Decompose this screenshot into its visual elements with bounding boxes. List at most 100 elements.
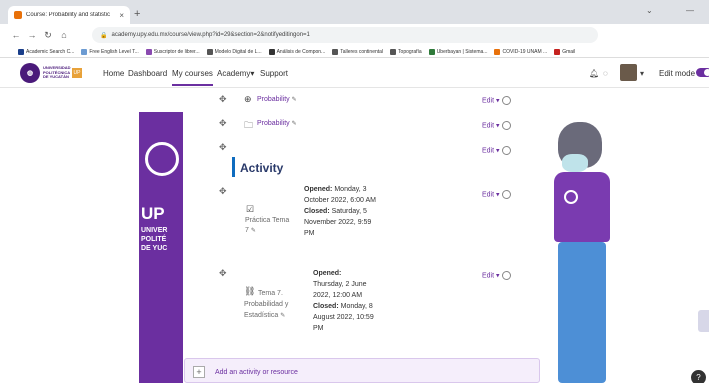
pencil-icon[interactable]: ✎ bbox=[280, 313, 285, 319]
browser-tab[interactable]: Course: Probability and statistic × bbox=[8, 6, 130, 24]
completion-checkbox[interactable] bbox=[501, 121, 511, 130]
activity-link-probability-url[interactable]: Probability ✎ bbox=[257, 96, 297, 103]
forward-arrow-icon[interactable]: → bbox=[24, 30, 40, 40]
back-arrow-icon[interactable]: ← bbox=[8, 30, 24, 40]
pencil-icon[interactable]: ✎ bbox=[251, 228, 256, 234]
new-tab-button[interactable]: + bbox=[134, 8, 140, 20]
home-icon[interactable]: ⌂ bbox=[56, 30, 72, 40]
globe-icon: ⊕ bbox=[244, 94, 252, 104]
pencil-icon[interactable]: ✎ bbox=[292, 121, 297, 127]
edit-menu[interactable]: Edit ▾ bbox=[482, 271, 511, 280]
university-logo[interactable]: ◍ UNIVERSIDAD POLITÉCNICA DE YUCATÁN UP bbox=[20, 63, 84, 83]
completion-checkbox[interactable] bbox=[501, 190, 511, 199]
bell-icon[interactable]: 🔔︎ bbox=[589, 69, 599, 78]
chevron-down-icon: ▾ bbox=[496, 147, 500, 155]
bookmark-favicon-icon bbox=[268, 48, 275, 55]
url-input[interactable]: 🔒 academy.upy.edu.mx/course/view.php?id=… bbox=[92, 27, 598, 43]
bookmark-favicon-icon bbox=[332, 48, 339, 55]
mascot-image bbox=[554, 112, 614, 383]
nav-academy[interactable]: Academy▾ bbox=[217, 69, 254, 78]
bookmark-item[interactable]: Gmail bbox=[554, 48, 576, 55]
tab-close-icon[interactable]: × bbox=[119, 11, 124, 20]
course-banner-image: UP UNIVER POLITÉ DE YUC bbox=[139, 112, 183, 383]
mascot-jeans bbox=[558, 242, 606, 383]
activity-name: Probability bbox=[257, 96, 290, 103]
edit-label: Edit bbox=[482, 122, 495, 130]
completion-checkbox[interactable] bbox=[501, 96, 511, 105]
side-drawer-tab[interactable] bbox=[698, 310, 709, 332]
section-title: Activity bbox=[240, 161, 284, 175]
bookmark-favicon-icon bbox=[206, 48, 213, 55]
plus-icon: + bbox=[193, 366, 205, 378]
nav-dashboard[interactable]: Dashboard bbox=[128, 69, 167, 78]
chevron-down-icon: ▾ bbox=[496, 97, 500, 105]
completion-checkbox[interactable] bbox=[501, 271, 511, 280]
bookmark-item[interactable]: Uberbayan | Sistema... bbox=[428, 48, 488, 55]
edit-menu[interactable]: Edit ▾ bbox=[482, 190, 511, 199]
bookmark-favicon-icon bbox=[18, 48, 24, 55]
bookmark-favicon-icon bbox=[145, 48, 152, 55]
edit-menu[interactable]: Edit ▾ bbox=[482, 121, 511, 130]
globe-icon bbox=[145, 142, 179, 176]
bookmark-label: Gmail bbox=[562, 48, 576, 55]
banner-line: POLITÉ bbox=[141, 236, 167, 243]
section-edit-menu[interactable]: Edit ▾ bbox=[482, 146, 511, 155]
browser-tab-strip: Course: Probability and statistic × + ⌄ … bbox=[0, 0, 709, 24]
activity-link-tema-7-quiz[interactable]: Tema 7. Probabilidad y Estadística ✎ bbox=[244, 288, 302, 322]
add-activity-label: Add an activity or resource bbox=[215, 369, 298, 376]
banner-up-text: UP bbox=[141, 204, 165, 223]
bookmark-item[interactable]: COVID-19 UNAM ... bbox=[494, 48, 548, 55]
edit-label: Edit bbox=[482, 272, 495, 280]
message-icon[interactable]: ◌ bbox=[603, 69, 608, 78]
url-text: academy.upy.edu.mx/course/view.php?id=29… bbox=[111, 32, 310, 38]
nav-support[interactable]: Support bbox=[260, 69, 288, 78]
bookmark-item[interactable]: Free English Level T... bbox=[81, 48, 139, 55]
logo-badge: UP bbox=[72, 68, 82, 78]
move-icon[interactable]: ✥ bbox=[219, 94, 227, 105]
chevron-down-icon: ▾ bbox=[496, 122, 500, 130]
edit-label: Edit bbox=[482, 97, 495, 105]
edit-mode-toggle[interactable] bbox=[696, 68, 709, 77]
pencil-icon[interactable]: ✎ bbox=[292, 97, 297, 103]
move-icon[interactable]: ✥ bbox=[219, 186, 227, 197]
edit-label: Edit bbox=[482, 147, 495, 155]
activity-name: Probability bbox=[257, 120, 290, 127]
avatar[interactable] bbox=[620, 64, 637, 81]
address-bar-row: ← → ↻ ⌂ 🔒 academy.upy.edu.mx/course/view… bbox=[0, 24, 709, 61]
bookmark-label: Uberbayan | Sistema... bbox=[436, 48, 488, 55]
bookmark-item[interactable]: Talleres continental bbox=[332, 48, 383, 55]
nav-home[interactable]: Home bbox=[103, 69, 124, 78]
add-activity-button[interactable]: + Add an activity or resource bbox=[184, 358, 540, 383]
chevron-down-icon[interactable]: ⌄ bbox=[646, 6, 653, 15]
tab-title: Course: Probability and statistic bbox=[26, 12, 111, 18]
moodle-favicon-icon bbox=[14, 11, 22, 19]
banner-sub-text: UNIVER POLITÉ DE YUC bbox=[141, 226, 167, 253]
lock-icon: 🔒 bbox=[100, 32, 108, 39]
move-icon[interactable]: ✥ bbox=[219, 268, 227, 279]
move-icon[interactable]: ✥ bbox=[219, 142, 227, 153]
section-accent-bar bbox=[232, 157, 235, 177]
activity-link-practica-tema-7[interactable]: Práctica Tema 7 ✎ bbox=[245, 216, 295, 236]
chevron-down-icon: ▾ bbox=[496, 272, 500, 280]
bookmark-item[interactable]: Modelo Digital de L... bbox=[206, 48, 262, 55]
bookmark-label: Modelo Digital de L... bbox=[214, 48, 262, 55]
bookmark-label: Análisis de Compon... bbox=[276, 48, 326, 55]
bookmark-label: Academic Search C... bbox=[26, 48, 75, 55]
chevron-down-icon[interactable]: ▾ bbox=[640, 69, 644, 78]
help-button[interactable]: ? bbox=[691, 370, 706, 383]
bookmark-favicon-icon bbox=[428, 48, 435, 55]
nav-my-courses[interactable]: My courses bbox=[172, 69, 213, 86]
completion-checkbox[interactable] bbox=[501, 146, 511, 155]
shirt-emblem-icon bbox=[564, 190, 578, 204]
bookmark-item[interactable]: Topografía bbox=[390, 48, 422, 55]
bookmark-item[interactable]: Análisis de Compon... bbox=[268, 48, 326, 55]
edit-menu[interactable]: Edit ▾ bbox=[482, 96, 511, 105]
reload-icon[interactable]: ↻ bbox=[40, 30, 56, 41]
bookmark-item[interactable]: Suscriptor de librer... bbox=[145, 48, 200, 55]
bookmark-item[interactable]: Academic Search C... bbox=[18, 48, 75, 55]
chevron-down-icon: ▾ bbox=[496, 191, 500, 199]
bookmark-label: COVID-19 UNAM ... bbox=[502, 48, 548, 55]
minimize-icon[interactable]: — bbox=[686, 6, 694, 15]
activity-link-probability-folder[interactable]: Probability ✎ bbox=[257, 120, 297, 127]
move-icon[interactable]: ✥ bbox=[219, 118, 227, 129]
